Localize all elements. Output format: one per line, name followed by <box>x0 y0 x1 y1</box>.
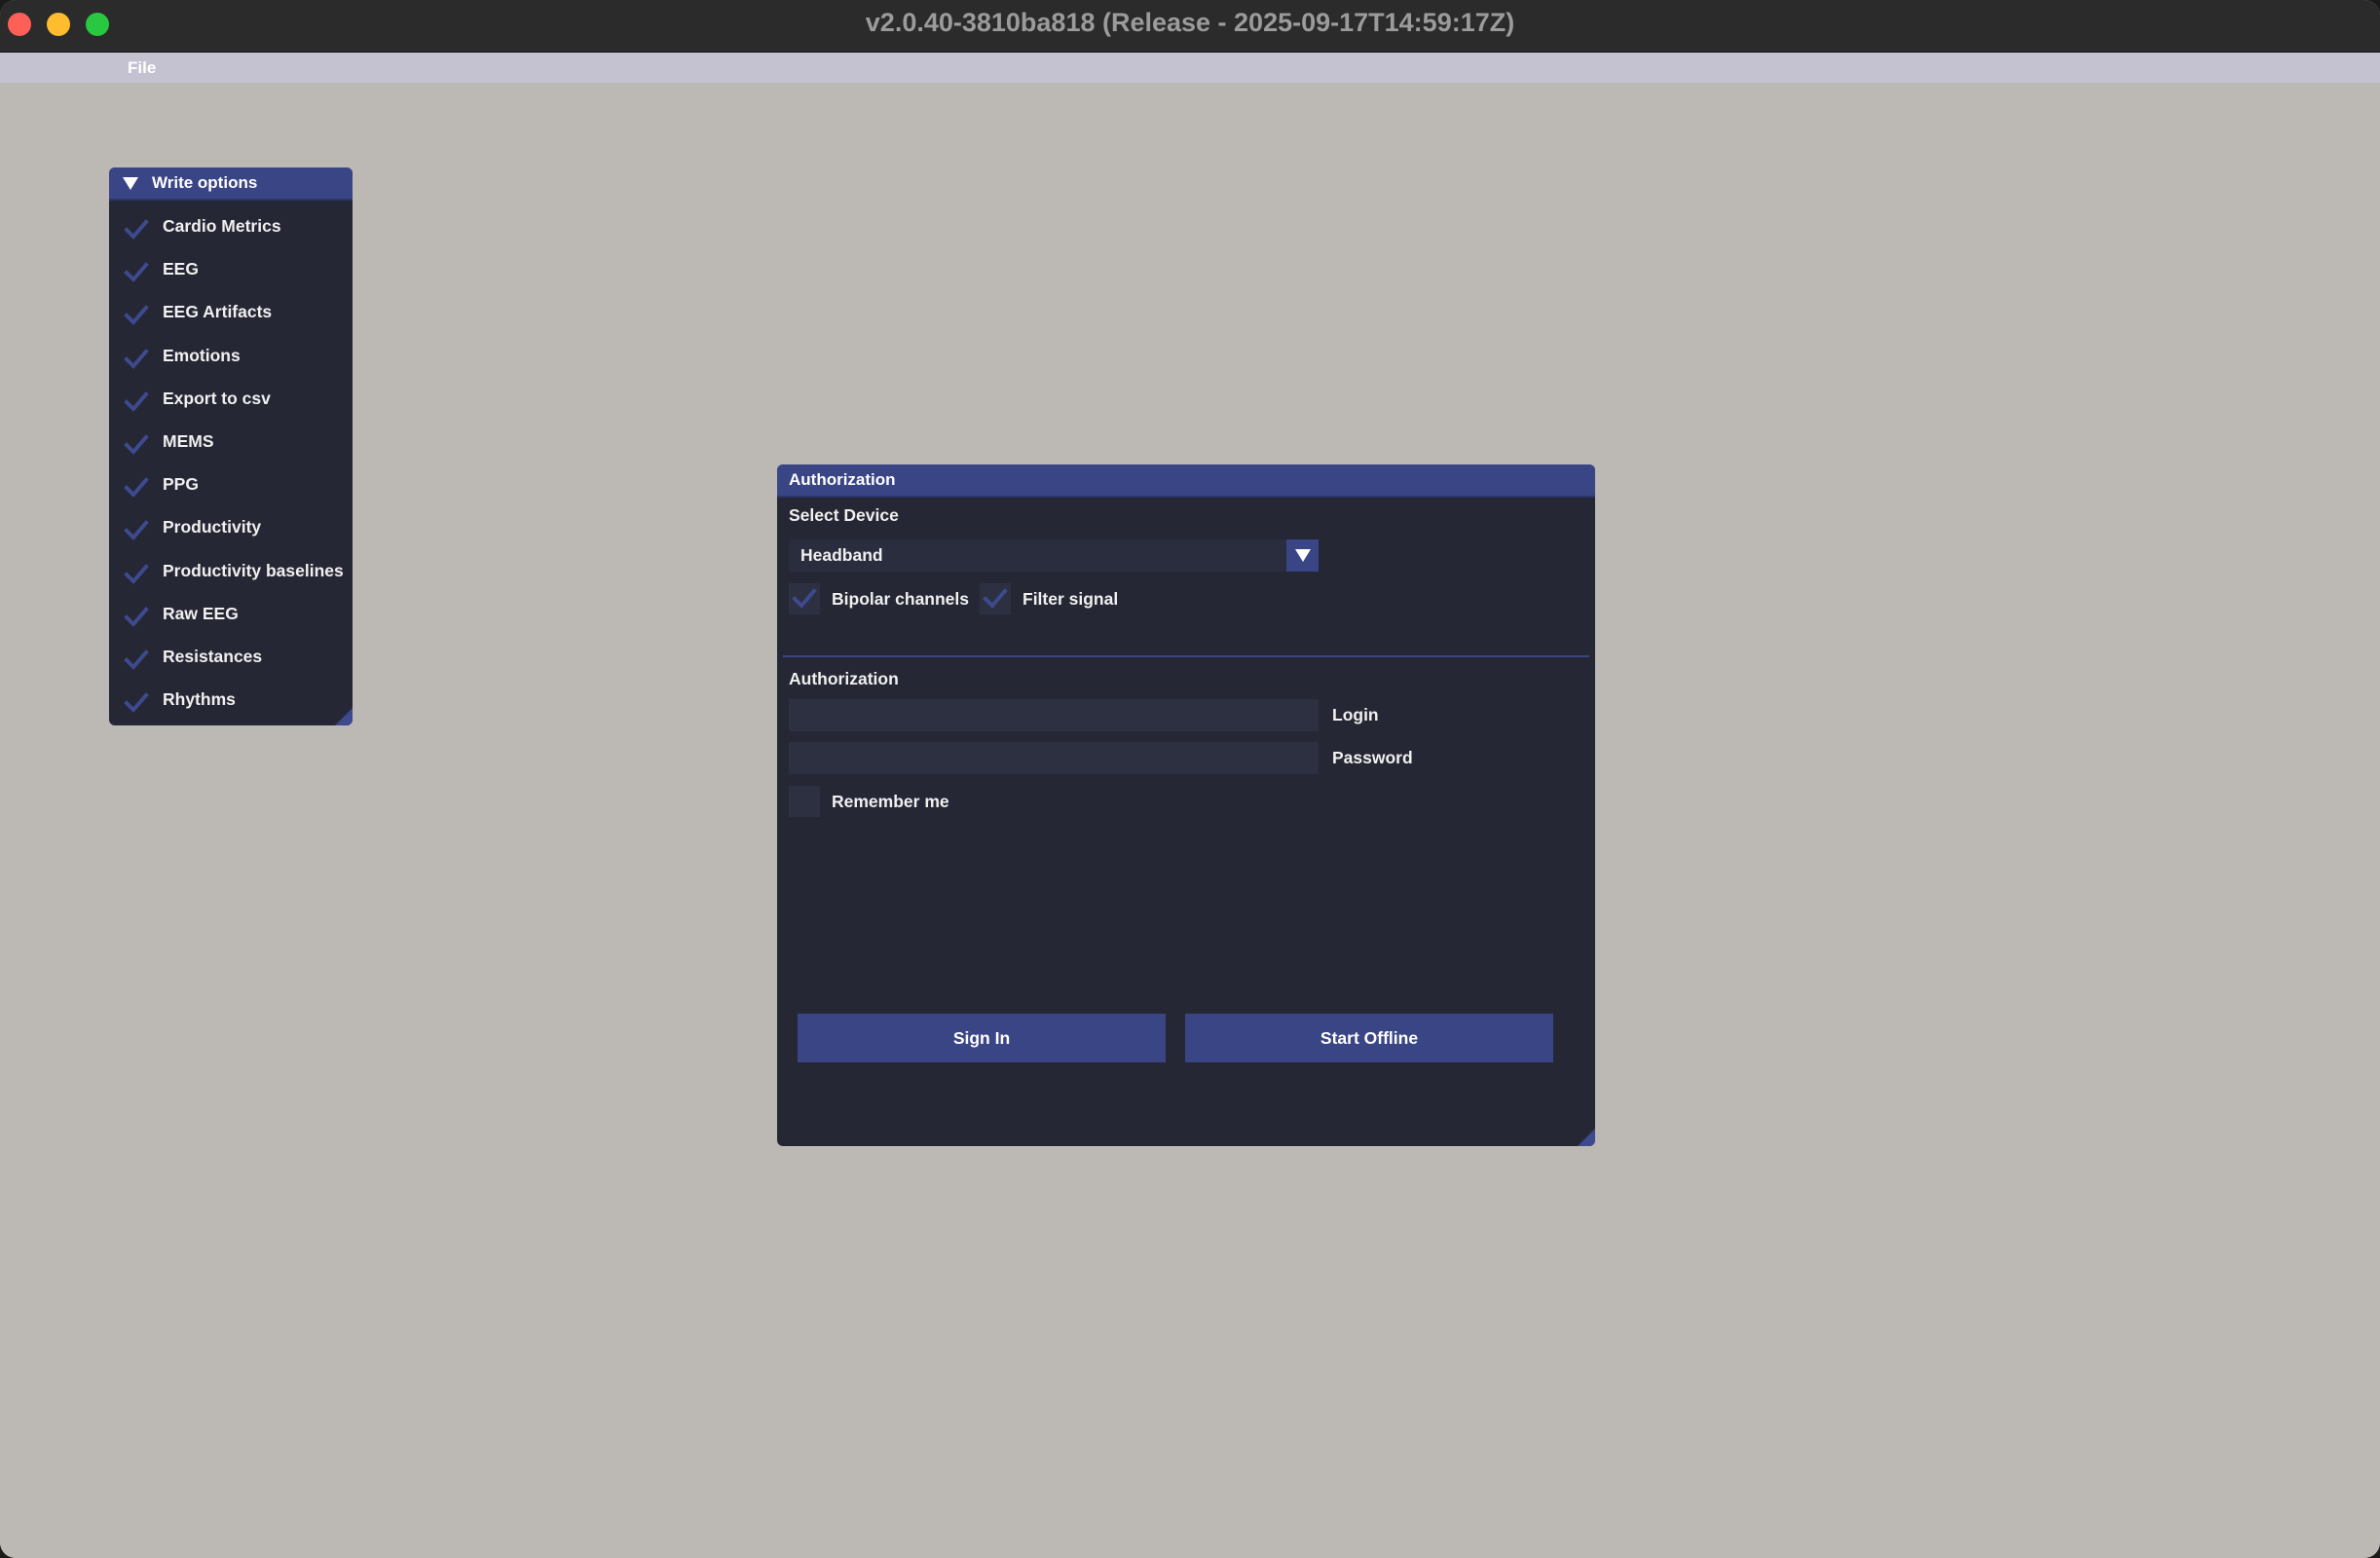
title-bar: v2.0.40-3810ba818 (Release - 2025-09-17T… <box>0 0 2380 53</box>
checkmark-icon[interactable] <box>121 214 152 245</box>
write-options-panel: Write options Cardio Metrics EEG EEG Artif… <box>109 167 353 725</box>
device-select-value: Headband <box>800 545 883 565</box>
checkmark-icon[interactable] <box>121 687 152 719</box>
write-option-label: Emotions <box>163 345 241 365</box>
bipolar-channels-label: Bipolar channels <box>832 589 970 609</box>
write-option-item[interactable]: EEG Artifacts <box>109 296 353 339</box>
authorization-header[interactable]: Authorization <box>777 464 1595 498</box>
dropdown-button[interactable] <box>1286 539 1319 572</box>
select-device-label: Select Device <box>789 505 899 525</box>
device-select[interactable]: Headband <box>789 539 1319 572</box>
checkmark-icon[interactable] <box>121 645 152 676</box>
resize-grip-icon[interactable] <box>335 708 353 725</box>
write-option-label: Productivity baselines <box>163 560 344 580</box>
write-options-list: Cardio Metrics EEG EEG Artifacts Emotions Ex… <box>109 210 353 725</box>
write-option-item[interactable]: Export to csv <box>109 383 353 426</box>
collapse-arrow-icon[interactable] <box>123 177 138 190</box>
write-option-label: EEG <box>163 259 199 279</box>
menu-bar: File <box>0 53 2380 83</box>
menu-file[interactable]: File <box>128 53 156 83</box>
write-options-header[interactable]: Write options <box>109 167 353 201</box>
write-option-label: Export to csv <box>163 388 271 408</box>
login-input[interactable] <box>789 699 1319 731</box>
write-option-item[interactable]: Productivity baselines <box>109 555 353 598</box>
write-option-label: Raw EEG <box>163 603 239 623</box>
checkmark-icon <box>983 588 1008 609</box>
sign-in-button[interactable]: Sign In <box>798 1014 1166 1062</box>
write-option-item[interactable]: Resistances <box>109 641 353 684</box>
app-window: v2.0.40-3810ba818 (Release - 2025-09-17T… <box>0 0 2380 1558</box>
checkmark-icon <box>792 588 817 609</box>
remember-checkbox-box[interactable] <box>789 786 820 817</box>
filter-signal-label: Filter signal <box>1023 589 1119 609</box>
write-option-item[interactable]: MEMS <box>109 426 353 468</box>
window-title: v2.0.40-3810ba818 (Release - 2025-09-17T… <box>865 8 1515 37</box>
write-option-item[interactable]: Rhythms <box>109 684 353 725</box>
write-option-label: EEG Artifacts <box>163 302 273 322</box>
checkmark-icon[interactable] <box>121 429 152 461</box>
checkmark-icon[interactable] <box>121 344 152 375</box>
authorization-section-label: Authorization <box>789 669 899 688</box>
write-option-item[interactable]: EEG <box>109 253 353 296</box>
write-option-item[interactable]: Raw EEG <box>109 598 353 641</box>
checkmark-icon[interactable] <box>121 257 152 288</box>
write-option-label: Cardio Metrics <box>163 216 281 236</box>
chevron-down-icon <box>1295 549 1311 562</box>
write-option-label: PPG <box>163 474 199 495</box>
remember-me-label: Remember me <box>832 792 949 811</box>
checkmark-icon[interactable] <box>121 387 152 418</box>
filter-checkbox-box[interactable] <box>980 583 1011 614</box>
password-label: Password <box>1332 748 1413 767</box>
checkmark-icon[interactable] <box>121 472 152 503</box>
login-label: Login <box>1332 705 1379 724</box>
bipolar-checkbox-box[interactable] <box>789 583 820 614</box>
section-divider <box>783 655 1589 657</box>
password-input[interactable] <box>789 742 1319 774</box>
authorization-panel: Authorization Select Device Headband Bip… <box>777 464 1595 1146</box>
write-option-item[interactable]: Productivity <box>109 511 353 554</box>
checkmark-icon[interactable] <box>121 559 152 590</box>
resize-grip-icon[interactable] <box>1578 1129 1595 1146</box>
checkmark-icon[interactable] <box>121 602 152 633</box>
write-option-item[interactable]: Cardio Metrics <box>109 210 353 253</box>
write-option-label: Productivity <box>163 517 262 538</box>
write-option-item[interactable]: PPG <box>109 468 353 511</box>
start-offline-button[interactable]: Start Offline <box>1185 1014 1553 1062</box>
checkmark-icon[interactable] <box>121 515 152 546</box>
write-option-label: Rhythms <box>163 689 236 710</box>
checkmark-icon[interactable] <box>121 300 152 331</box>
write-options-title: Write options <box>152 173 258 192</box>
write-option-item[interactable]: Emotions <box>109 340 353 383</box>
write-option-label: Resistances <box>163 646 263 666</box>
write-option-label: MEMS <box>163 430 214 451</box>
